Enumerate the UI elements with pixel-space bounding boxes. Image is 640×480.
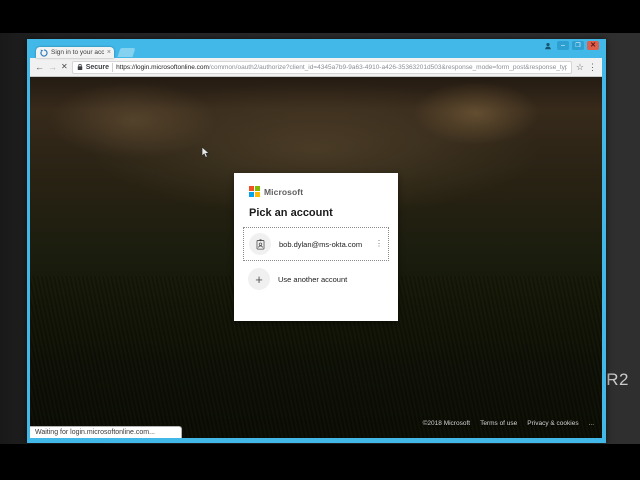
tab-close-icon[interactable]: ×: [107, 49, 111, 56]
padlock-icon: [77, 63, 83, 71]
use-another-account-label: Use another account: [278, 275, 347, 284]
close-button[interactable]: ✕: [587, 41, 599, 50]
account-email: bob.dylan@ms-okta.com: [279, 240, 367, 249]
status-bubble: Waiting for login.microsoftonline.com...: [30, 426, 182, 438]
server-edition-watermark: R2: [606, 370, 629, 390]
microsoft-logo: Microsoft: [249, 186, 389, 197]
copyright-text: ©2018 Microsoft: [423, 420, 470, 427]
signin-favicon-icon: [40, 49, 48, 57]
window-caption-buttons: – ❐ ✕: [542, 41, 599, 50]
browser-menu-icon[interactable]: ⋮: [588, 63, 597, 72]
url-text[interactable]: https://login.microsoftonline.com/common…: [116, 64, 567, 71]
tab-title: Sign in to your account: [51, 49, 104, 56]
status-text: Waiting for login.microsoftonline.com...: [35, 429, 155, 436]
page-footer: ©2018 Microsoft Terms of use Privacy & c…: [423, 420, 594, 427]
microsoft-brand-text: Microsoft: [264, 187, 303, 197]
browser-tab[interactable]: Sign in to your account ×: [36, 47, 114, 58]
use-another-account-button[interactable]: + Use another account: [248, 268, 389, 290]
back-button[interactable]: ←: [35, 63, 44, 72]
url-path: /common/oauth2/authorize?client_id=4345a…: [209, 64, 567, 71]
account-tile[interactable]: bob.dylan@ms-okta.com ⋮: [243, 227, 389, 261]
privacy-cookies-link[interactable]: Privacy & cookies: [527, 420, 578, 427]
stop-loading-button[interactable]: ✕: [61, 63, 68, 71]
address-bar[interactable]: Secure https://login.microsoftonline.com…: [72, 61, 572, 74]
forward-button[interactable]: →: [48, 63, 57, 72]
plus-icon: +: [248, 268, 270, 290]
microsoft-logo-icon: [249, 186, 260, 197]
page-title: Pick an account: [249, 207, 389, 219]
omnibox-separator: [112, 63, 113, 72]
new-tab-button[interactable]: [118, 48, 136, 57]
badge-person-icon: [254, 238, 267, 251]
maximize-button[interactable]: ❐: [572, 41, 584, 50]
signin-card: Microsoft Pick an account bob.dylan@ms-o…: [234, 173, 398, 321]
avatar: [249, 233, 271, 255]
browser-toolbar: ← → ✕ Secure https://login.microsoftonli…: [30, 58, 602, 77]
account-options-icon[interactable]: ⋮: [375, 240, 384, 248]
chrome-browser-window: Sign in to your account × – ❐ ✕ ← → ✕: [27, 39, 606, 443]
mouse-cursor-icon: [201, 147, 210, 159]
footer-more-link[interactable]: ...: [589, 420, 594, 427]
bookmark-star-icon[interactable]: ☆: [576, 63, 584, 72]
url-host: https://login.microsoftonline.com: [116, 64, 209, 71]
screen: R2 Sign in to your account ×: [0, 0, 640, 480]
page-viewport: Microsoft Pick an account bob.dylan@ms-o…: [30, 77, 602, 438]
minimize-button[interactable]: –: [557, 41, 569, 50]
profile-person-icon[interactable]: [542, 41, 554, 50]
terms-of-use-link[interactable]: Terms of use: [480, 420, 517, 427]
secure-badge[interactable]: Secure: [86, 64, 109, 71]
browser-titlebar[interactable]: Sign in to your account × – ❐ ✕: [27, 39, 606, 58]
